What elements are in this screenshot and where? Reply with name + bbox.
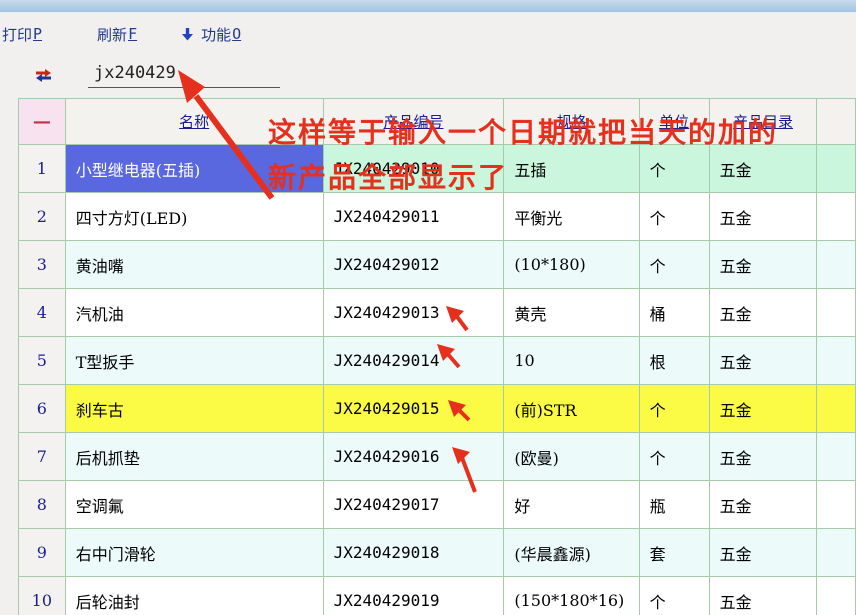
table-cell[interactable]: 个 bbox=[639, 193, 709, 241]
row-number-cell[interactable]: 9 bbox=[19, 529, 66, 577]
table-cell[interactable]: 五金 bbox=[709, 433, 817, 481]
menu-print[interactable]: 打印P bbox=[2, 24, 42, 45]
table-cell[interactable]: JX240429014 bbox=[323, 337, 504, 385]
menu-print-hotkey: P bbox=[33, 25, 42, 43]
table-cell[interactable] bbox=[817, 433, 856, 481]
table-cell[interactable]: JX240429017 bbox=[323, 481, 504, 529]
table-row: 9右中门滑轮JX240429018(华晨鑫源)套五金 bbox=[19, 529, 856, 577]
table-cell[interactable]: 右中门滑轮 bbox=[65, 529, 323, 577]
table-cell[interactable] bbox=[817, 529, 856, 577]
table-cell[interactable]: 10 bbox=[504, 337, 639, 385]
window-top-strip bbox=[0, 0, 856, 13]
table-cell[interactable]: (前)STR bbox=[504, 385, 639, 433]
menu-refresh[interactable]: 刷新F bbox=[97, 24, 137, 45]
table-row: 2四寸方灯(LED)JX240429011平衡光个五金 bbox=[19, 193, 856, 241]
table-cell[interactable]: T型扳手 bbox=[65, 337, 323, 385]
table-cell[interactable]: 后机抓垫 bbox=[65, 433, 323, 481]
table-cell[interactable]: 黄壳 bbox=[504, 289, 639, 337]
table-row: 5T型扳手JX24042901410根五金 bbox=[19, 337, 856, 385]
table-cell[interactable]: 桶 bbox=[639, 289, 709, 337]
table-cell[interactable]: 五金 bbox=[709, 289, 817, 337]
annotation-line1: 这样等于输入一个日期就把当天的加的 bbox=[268, 111, 778, 151]
table-cell[interactable]: 汽机油 bbox=[65, 289, 323, 337]
table-cell[interactable] bbox=[817, 337, 856, 385]
table-cell[interactable] bbox=[817, 241, 856, 289]
table-cell[interactable]: 个 bbox=[639, 241, 709, 289]
menu-function-hotkey: O bbox=[232, 25, 241, 43]
table-cell[interactable]: (华晨鑫源) bbox=[504, 529, 639, 577]
header-extra[interactable] bbox=[817, 99, 856, 145]
annotation-line2: 新产品全部显示了 bbox=[268, 156, 508, 196]
menu-function[interactable]: 功能O bbox=[201, 24, 241, 45]
row-number-cell[interactable]: 6 bbox=[19, 385, 66, 433]
table-row: 6刹车古JX240429015(前)STR个五金 bbox=[19, 385, 856, 433]
table-cell[interactable] bbox=[817, 289, 856, 337]
swap-icon[interactable] bbox=[35, 68, 52, 83]
table-cell[interactable] bbox=[817, 385, 856, 433]
table-cell[interactable]: JX240429016 bbox=[323, 433, 504, 481]
table-cell[interactable]: 好 bbox=[504, 481, 639, 529]
table-cell[interactable]: 空调氟 bbox=[65, 481, 323, 529]
table-cell[interactable]: (欧曼) bbox=[504, 433, 639, 481]
header-dash[interactable]: — bbox=[19, 99, 66, 145]
table-row: 10后轮油封JX240429019(150*180*16)个五金 bbox=[19, 577, 856, 615]
table-cell[interactable]: 五金 bbox=[709, 481, 817, 529]
row-number-cell[interactable]: 7 bbox=[19, 433, 66, 481]
table-row: 4汽机油JX240429013黄壳桶五金 bbox=[19, 289, 856, 337]
row-number-cell[interactable]: 8 bbox=[19, 481, 66, 529]
table-cell[interactable]: 后轮油封 bbox=[65, 577, 323, 615]
table-row: 3黄油嘴JX240429012(10*180)个五金 bbox=[19, 241, 856, 289]
search-input[interactable] bbox=[88, 60, 280, 88]
table-body: 1小型继电器(五插)JX240429010五插个五金2四寸方灯(LED)JX24… bbox=[19, 145, 856, 615]
table-cell[interactable]: JX240429015 bbox=[323, 385, 504, 433]
table-cell[interactable]: 五金 bbox=[709, 577, 817, 615]
app-window: 打印P 刷新F 功能O — 名称 bbox=[0, 0, 856, 615]
table-cell[interactable]: 平衡光 bbox=[504, 193, 639, 241]
table-cell[interactable] bbox=[817, 577, 856, 615]
menu-refresh-label: 刷新 bbox=[97, 24, 127, 45]
table-cell[interactable]: 五插 bbox=[504, 145, 639, 193]
table-cell[interactable] bbox=[817, 145, 856, 193]
menubar: 打印P 刷新F 功能O bbox=[0, 22, 241, 46]
table-cell[interactable]: 根 bbox=[639, 337, 709, 385]
table-cell[interactable]: 五金 bbox=[709, 529, 817, 577]
table-cell[interactable]: (150*180*16) bbox=[504, 577, 639, 615]
table-row: 8空调氟JX240429017好瓶五金 bbox=[19, 481, 856, 529]
table-cell[interactable]: 刹车古 bbox=[65, 385, 323, 433]
table-cell[interactable]: JX240429012 bbox=[323, 241, 504, 289]
table-cell[interactable]: 个 bbox=[639, 577, 709, 615]
table-cell[interactable]: 五金 bbox=[709, 193, 817, 241]
row-number-cell[interactable]: 1 bbox=[19, 145, 66, 193]
table-cell[interactable]: 个 bbox=[639, 385, 709, 433]
table-cell[interactable]: 黄油嘴 bbox=[65, 241, 323, 289]
table-cell[interactable]: (10*180) bbox=[504, 241, 639, 289]
table-cell[interactable]: 个 bbox=[639, 433, 709, 481]
table-cell[interactable]: 套 bbox=[639, 529, 709, 577]
table-cell[interactable]: 五金 bbox=[709, 241, 817, 289]
table-cell[interactable]: JX240429018 bbox=[323, 529, 504, 577]
row-number-cell[interactable]: 5 bbox=[19, 337, 66, 385]
table-cell[interactable]: JX240429019 bbox=[323, 577, 504, 615]
table-cell[interactable]: 四寸方灯(LED) bbox=[65, 193, 323, 241]
table-cell[interactable]: JX240429011 bbox=[323, 193, 504, 241]
table-cell[interactable]: 五金 bbox=[709, 337, 817, 385]
menu-function-label: 功能 bbox=[201, 24, 231, 45]
table-cell[interactable]: JX240429013 bbox=[323, 289, 504, 337]
row-number-cell[interactable]: 4 bbox=[19, 289, 66, 337]
row-number-cell[interactable]: 2 bbox=[19, 193, 66, 241]
table-cell[interactable]: 五金 bbox=[709, 145, 817, 193]
table-cell[interactable] bbox=[817, 481, 856, 529]
table-row: 7后机抓垫JX240429016(欧曼)个五金 bbox=[19, 433, 856, 481]
table-cell[interactable]: 五金 bbox=[709, 385, 817, 433]
row-number-cell[interactable]: 10 bbox=[19, 577, 66, 615]
table-cell[interactable]: 瓶 bbox=[639, 481, 709, 529]
menu-print-label: 打印 bbox=[2, 24, 32, 45]
table-cell[interactable]: 个 bbox=[639, 145, 709, 193]
table-cell[interactable] bbox=[817, 193, 856, 241]
row-number-cell[interactable]: 3 bbox=[19, 241, 66, 289]
down-arrow-icon bbox=[182, 28, 193, 41]
menu-refresh-hotkey: F bbox=[128, 25, 137, 43]
